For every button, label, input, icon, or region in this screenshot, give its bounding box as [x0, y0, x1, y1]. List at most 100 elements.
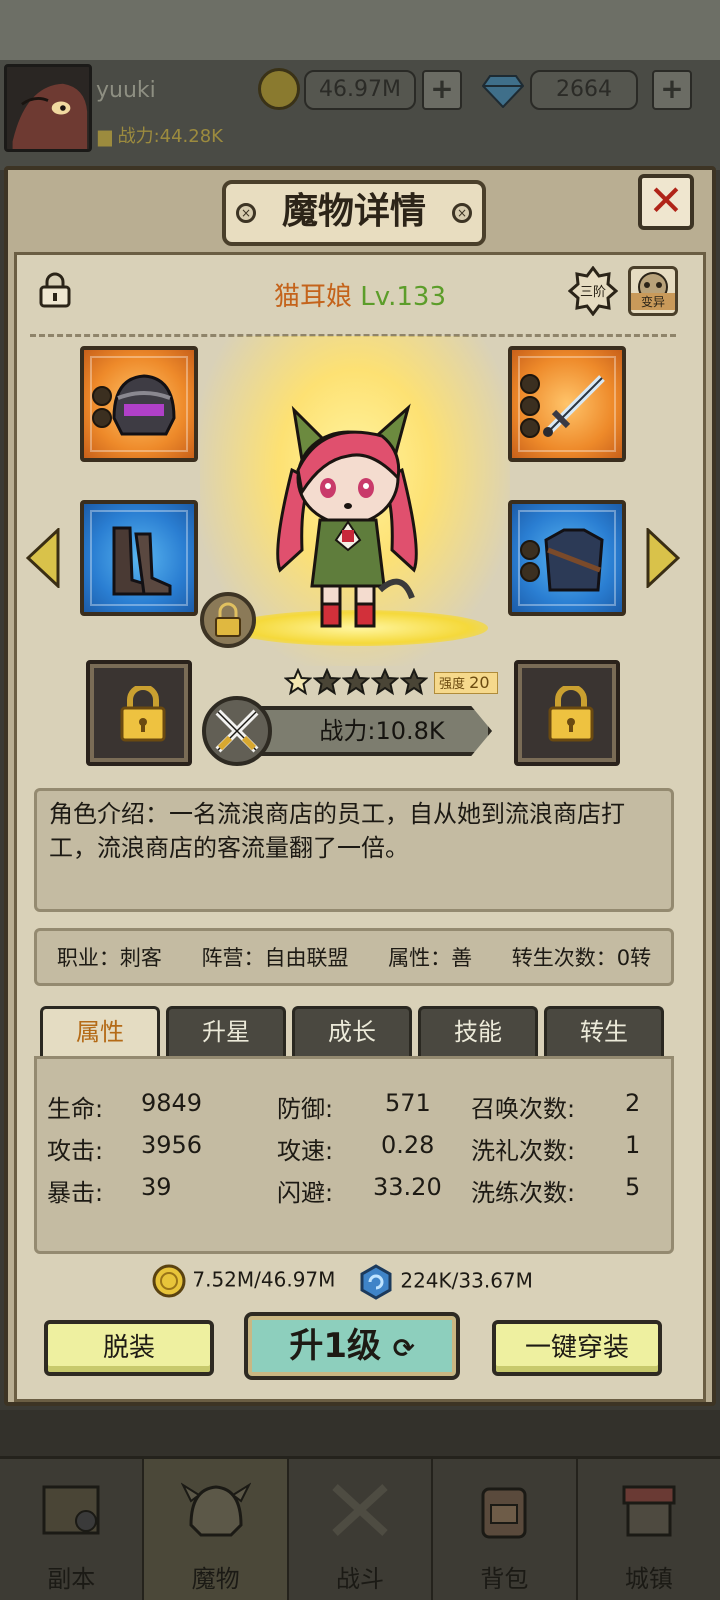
- spd-value: 0.28: [381, 1131, 435, 1159]
- essence-cost: 224K/33.67M: [358, 1264, 533, 1300]
- star-rating: [284, 668, 428, 696]
- star-empty-icon: [313, 668, 341, 696]
- player-power: ▆ 战力:44.28K: [98, 126, 223, 147]
- nav-dungeon[interactable]: 副本: [0, 1459, 145, 1600]
- locked-slot-right[interactable]: [514, 660, 620, 766]
- faction-info: 阵营：自由联盟: [201, 946, 349, 970]
- gem-amount: 2664: [530, 70, 638, 110]
- monster-level: Lv.133: [360, 282, 447, 312]
- refine-label: 洗练次数:: [471, 1179, 576, 1207]
- armor-icon: [544, 528, 604, 592]
- tab-skills[interactable]: 技能: [418, 1006, 538, 1058]
- auto-cycle-icon[interactable]: ⟳: [393, 1334, 415, 1364]
- screw-icon: ×: [452, 203, 472, 223]
- cat-girl-character[interactable]: [262, 400, 432, 630]
- screw-icon: ×: [236, 203, 256, 223]
- gold-coin-icon: [152, 1264, 186, 1298]
- tab-attributes[interactable]: 属性: [40, 1006, 160, 1058]
- weapon-slot[interactable]: [508, 346, 626, 462]
- tab-star-up[interactable]: 升星: [166, 1006, 286, 1058]
- class-info: 职业：刺客: [56, 946, 162, 970]
- refine-value: 5: [625, 1173, 641, 1201]
- tab-growth[interactable]: 成长: [292, 1006, 412, 1058]
- blue-essence-icon: [360, 1264, 392, 1300]
- tier-badge[interactable]: 三阶: [567, 265, 619, 317]
- summon-value: 2: [625, 1089, 641, 1117]
- previous-arrow-icon[interactable]: [26, 528, 60, 588]
- dodge-value: 33.20: [373, 1173, 442, 1201]
- boots-icon: [112, 526, 172, 596]
- monster-info-row: 职业：刺客 阵营：自由联盟 属性：善 转生次数：0转: [34, 928, 674, 986]
- socket-dots: [92, 386, 112, 428]
- nav-bag[interactable]: 背包: [433, 1459, 578, 1600]
- nav-battle[interactable]: 战斗: [289, 1459, 434, 1600]
- map-icon: [42, 1485, 100, 1535]
- boots-slot[interactable]: [80, 500, 198, 616]
- armor-slot[interactable]: [508, 500, 626, 616]
- monster-avatar-icon: [7, 67, 89, 149]
- crit-label: 暴击:: [47, 1179, 104, 1207]
- lock-icon: [215, 602, 241, 637]
- hp-label: 生命:: [47, 1095, 104, 1123]
- gold-lock-icon: [120, 686, 166, 742]
- crossed-swords-icon: [202, 696, 272, 766]
- unequip-button[interactable]: 脱装: [44, 1320, 214, 1376]
- star-empty-icon: [342, 668, 370, 696]
- sword-icon: [543, 375, 605, 437]
- level-up-label: 升1级: [289, 1326, 382, 1366]
- detail-tabs: 属性 升星 成长 技能 转生: [40, 1006, 664, 1058]
- crossed-swords-icon: [332, 1484, 388, 1536]
- mutate-button[interactable]: 变异: [628, 266, 678, 316]
- tier-label: 三阶: [579, 285, 606, 300]
- gold-cost: 7.52M/46.97M: [152, 1264, 335, 1298]
- helmet-icon: [180, 1482, 251, 1537]
- alignment-info: 属性：善: [388, 946, 473, 970]
- crit-value: 39: [141, 1173, 172, 1201]
- dodge-label: 闪避:: [277, 1179, 334, 1207]
- summon-label: 召唤次数:: [471, 1095, 576, 1123]
- add-gold-button[interactable]: +: [422, 70, 462, 110]
- gold-amount: 46.97M: [304, 70, 416, 110]
- bottom-nav: 副本 魔物 战斗 背包 城镇: [0, 1456, 720, 1600]
- helmet-slot[interactable]: [80, 346, 198, 462]
- atk-label: 攻击:: [47, 1137, 104, 1165]
- star-empty-icon: [371, 668, 399, 696]
- helmet-icon: [112, 374, 176, 436]
- spd-label: 攻速:: [277, 1137, 334, 1165]
- level-up-button[interactable]: 升1级 ⟳: [244, 1312, 460, 1380]
- locked-slot-left[interactable]: [86, 660, 192, 766]
- def-label: 防御:: [277, 1095, 334, 1123]
- socket-dots: [520, 540, 540, 582]
- star-filled-icon: [284, 668, 312, 696]
- atk-value: 3956: [141, 1131, 203, 1159]
- bottom-band: [0, 1410, 720, 1456]
- stats-panel: 生命: 9849 攻击: 3956 暴击: 39 防御: 571 攻速: 0.2…: [34, 1056, 674, 1254]
- mutate-label: 变异: [631, 293, 675, 310]
- dialog-title: 魔物详情: [222, 180, 486, 246]
- hp-value: 9849: [141, 1089, 203, 1117]
- backpack-icon: [481, 1487, 527, 1539]
- socket-dots: [520, 374, 540, 438]
- strength-badge: 强度 20: [434, 672, 498, 694]
- round-lock-button[interactable]: [200, 592, 256, 648]
- gold-coin-icon: [258, 68, 300, 110]
- gold-lock-icon: [548, 686, 594, 742]
- background-top: [0, 0, 720, 60]
- monster-name: 猫耳娘: [273, 282, 352, 312]
- shop-icon: [622, 1485, 676, 1537]
- nav-town[interactable]: 城镇: [578, 1459, 720, 1600]
- next-arrow-icon[interactable]: [646, 528, 680, 588]
- nav-monsters[interactable]: 魔物: [144, 1459, 289, 1600]
- rebirth-info: 转生次数：0转: [511, 946, 652, 970]
- tab-rebirth[interactable]: 转生: [544, 1006, 664, 1058]
- player-avatar[interactable]: [4, 64, 92, 152]
- def-value: 571: [385, 1089, 431, 1117]
- equip-all-button[interactable]: 一键穿装: [492, 1320, 662, 1376]
- helmet-icon: ▆: [98, 126, 112, 147]
- diamond-icon: [482, 75, 524, 108]
- close-button[interactable]: ✕: [638, 174, 694, 230]
- baptize-label: 洗礼次数:: [471, 1137, 576, 1165]
- monster-description: 角色介绍：一名流浪商店的员工，自从她到流浪商店打工，流浪商店的客流量翻了一倍。: [34, 788, 674, 912]
- add-gems-button[interactable]: +: [652, 70, 692, 110]
- baptize-value: 1: [625, 1131, 641, 1159]
